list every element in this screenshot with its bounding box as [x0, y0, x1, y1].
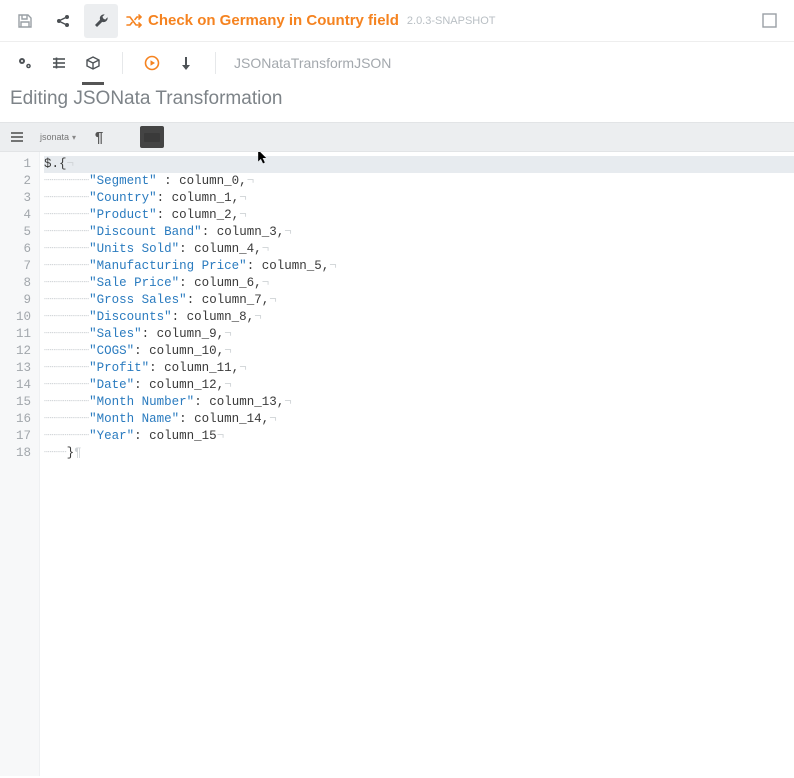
code-line[interactable]: ┈┈┈┈┈┈"Segment" : column_0,¬: [44, 173, 794, 190]
panel-toggle-button[interactable]: [752, 4, 786, 38]
top-toolbar: Check on Germany in Country field 2.0.3-…: [0, 0, 794, 42]
code-line[interactable]: ┈┈┈┈┈┈"Discounts": column_8,¬: [44, 309, 794, 326]
line-number: 4: [4, 207, 31, 224]
code-line[interactable]: ┈┈┈┈┈┈"COGS": column_10,¬: [44, 343, 794, 360]
list-view-button[interactable]: [42, 46, 76, 80]
page-name: Check on Germany in Country field: [148, 12, 399, 29]
show-whitespace-button[interactable]: ¶: [88, 126, 110, 148]
line-number: 9: [4, 292, 31, 309]
code-line[interactable]: ┈┈┈┈┈┈"Month Name": column_14,¬: [44, 411, 794, 428]
line-number: 11: [4, 326, 31, 343]
code-line[interactable]: ┈┈┈┈┈┈"Discount Band": column_3,¬: [44, 224, 794, 241]
line-number: 17: [4, 428, 31, 445]
line-number: 2: [4, 173, 31, 190]
language-label: jsonata: [40, 132, 69, 142]
settings-gears-button[interactable]: [8, 46, 42, 80]
code-line[interactable]: ┈┈┈┈┈┈"Units Sold": column_4,¬: [44, 241, 794, 258]
line-number: 5: [4, 224, 31, 241]
code-line[interactable]: ┈┈┈┈┈┈"Gross Sales": column_7,¬: [44, 292, 794, 309]
page-title: Editing JSONata Transformation: [0, 84, 794, 122]
step-down-button[interactable]: [169, 46, 203, 80]
wrench-button[interactable]: [84, 4, 118, 38]
line-number: 6: [4, 241, 31, 258]
code-line[interactable]: ┈┈┈┈┈┈"Country": column_1,¬: [44, 190, 794, 207]
version-label: 2.0.3-SNAPSHOT: [407, 15, 496, 27]
cube-view-button[interactable]: [76, 46, 110, 80]
code-line[interactable]: ┈┈┈┈┈┈"Month Number": column_13,¬: [44, 394, 794, 411]
toolbar-divider-2: [215, 52, 216, 74]
keyboard-icon: [144, 133, 160, 142]
sub-toolbar: JSONataTransformJSON: [0, 42, 794, 84]
shuffle-icon: [126, 13, 142, 29]
title-block: Check on Germany in Country field 2.0.3-…: [126, 12, 496, 29]
line-number: 3: [4, 190, 31, 207]
line-number: 13: [4, 360, 31, 377]
line-number: 16: [4, 411, 31, 428]
code-line[interactable]: ┈┈┈┈┈┈"Sale Price": column_6,¬: [44, 275, 794, 292]
keyboard-button[interactable]: [140, 126, 164, 148]
language-select[interactable]: jsonata: [34, 126, 82, 148]
code-line[interactable]: ┈┈┈┈┈┈"Manufacturing Price": column_5,¬: [44, 258, 794, 275]
code-line[interactable]: $.{¬: [44, 156, 794, 173]
code-line[interactable]: ┈┈┈┈┈┈"Sales": column_9,¬: [44, 326, 794, 343]
line-number: 18: [4, 445, 31, 462]
code-line[interactable]: ┈┈┈}¶: [44, 445, 794, 462]
hamburger-menu-button[interactable]: [6, 126, 28, 148]
code-editor[interactable]: 123456789101112131415161718 $.{¬┈┈┈┈┈┈"S…: [0, 152, 794, 776]
line-number: 7: [4, 258, 31, 275]
editor-toolbar: jsonata ¶: [0, 122, 794, 152]
code-area[interactable]: $.{¬┈┈┈┈┈┈"Segment" : column_0,¬┈┈┈┈┈┈"C…: [40, 152, 794, 776]
line-number: 10: [4, 309, 31, 326]
line-number: 14: [4, 377, 31, 394]
share-button[interactable]: [46, 4, 80, 38]
line-number: 8: [4, 275, 31, 292]
line-number: 1: [4, 156, 31, 173]
breadcrumb: JSONataTransformJSON: [234, 55, 391, 71]
line-number: 12: [4, 343, 31, 360]
code-line[interactable]: ┈┈┈┈┈┈"Product": column_2,¬: [44, 207, 794, 224]
save-button[interactable]: [8, 4, 42, 38]
toolbar-divider: [122, 52, 123, 74]
line-number: 15: [4, 394, 31, 411]
line-gutter: 123456789101112131415161718: [0, 152, 40, 776]
code-line[interactable]: ┈┈┈┈┈┈"Profit": column_11,¬: [44, 360, 794, 377]
code-line[interactable]: ┈┈┈┈┈┈"Date": column_12,¬: [44, 377, 794, 394]
code-line[interactable]: ┈┈┈┈┈┈"Year": column_15¬: [44, 428, 794, 445]
run-button[interactable]: [135, 46, 169, 80]
